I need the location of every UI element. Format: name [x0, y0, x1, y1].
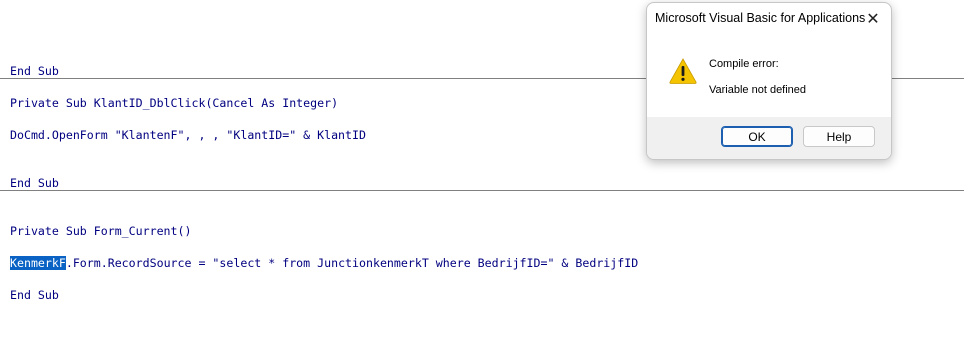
code-line-end-sub-3[interactable]: End Sub — [10, 288, 59, 302]
procedure-separator — [0, 190, 964, 191]
code-line-recordsource[interactable]: KenmerkF.Form.RecordSource = "select * f… — [10, 256, 638, 270]
help-button[interactable]: Help — [803, 126, 875, 147]
error-message: Variable not defined — [709, 84, 807, 96]
code-line-sub-form-current[interactable]: Private Sub Form_Current() — [10, 224, 191, 238]
error-heading: Compile error: — [709, 58, 779, 70]
ok-button[interactable]: OK — [721, 126, 793, 147]
warning-icon — [669, 58, 697, 84]
selected-identifier[interactable]: KenmerkF — [10, 256, 66, 270]
close-icon[interactable]: ✕ — [859, 7, 887, 31]
code-line-docmd-openform[interactable]: DoCmd.OpenForm "KlantenF", , , "KlantID=… — [10, 128, 366, 142]
dialog-button-bar: OK Help — [647, 117, 891, 159]
dialog-title: Microsoft Visual Basic for Applications — [655, 11, 866, 25]
code-line-end-sub-2[interactable]: End Sub — [10, 176, 59, 190]
code-line-end-sub-1[interactable]: End Sub — [10, 64, 59, 78]
code-line-rest: .Form.RecordSource = "select * from Junc… — [65, 256, 639, 270]
compile-error-dialog: Microsoft Visual Basic for Applications … — [646, 2, 892, 160]
code-line-sub-klantid-dblclick[interactable]: Private Sub KlantID_DblClick(Cancel As I… — [10, 96, 338, 110]
